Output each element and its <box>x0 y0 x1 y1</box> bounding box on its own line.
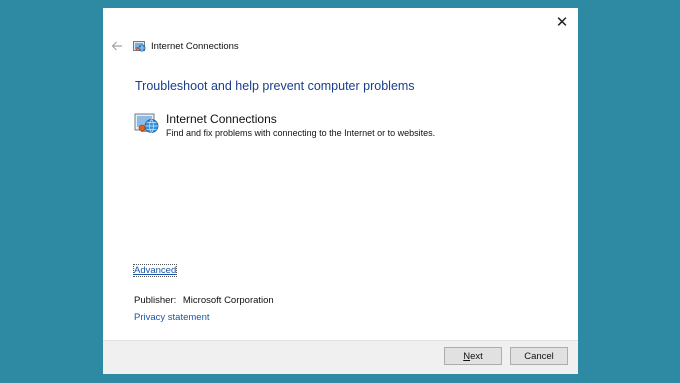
back-button[interactable] <box>109 38 125 54</box>
page-heading: Troubleshoot and help prevent computer p… <box>135 79 415 93</box>
next-accelerator: N <box>463 350 471 362</box>
cancel-button[interactable]: Cancel <box>510 347 568 365</box>
back-arrow-icon <box>111 41 122 51</box>
footer-bar: Next Cancel <box>103 340 578 374</box>
item-description: Find and fix problems with connecting to… <box>166 128 436 138</box>
publisher-label: Publisher: <box>134 295 177 306</box>
item-title: Internet Connections <box>166 112 277 126</box>
privacy-statement-link[interactable]: Privacy statement <box>134 312 210 323</box>
next-button[interactable]: Next <box>444 347 502 365</box>
internet-connections-icon <box>134 113 159 133</box>
publisher-info: Publisher: Microsoft Corporation <box>134 295 274 306</box>
title-bar: Internet Connections <box>109 38 239 54</box>
next-label: ext <box>470 350 483 362</box>
window-title: Internet Connections <box>151 40 239 52</box>
publisher-value: Microsoft Corporation <box>182 295 274 306</box>
close-button[interactable]: ✕ <box>552 12 572 32</box>
troubleshooter-item[interactable]: Internet Connections Find and fix proble… <box>134 112 435 139</box>
internet-connections-icon <box>133 40 146 52</box>
close-icon: ✕ <box>555 13 569 31</box>
troubleshooter-window: ✕ Internet Connections Troubleshoot and … <box>103 8 578 374</box>
advanced-link[interactable]: Advanced <box>132 264 178 277</box>
